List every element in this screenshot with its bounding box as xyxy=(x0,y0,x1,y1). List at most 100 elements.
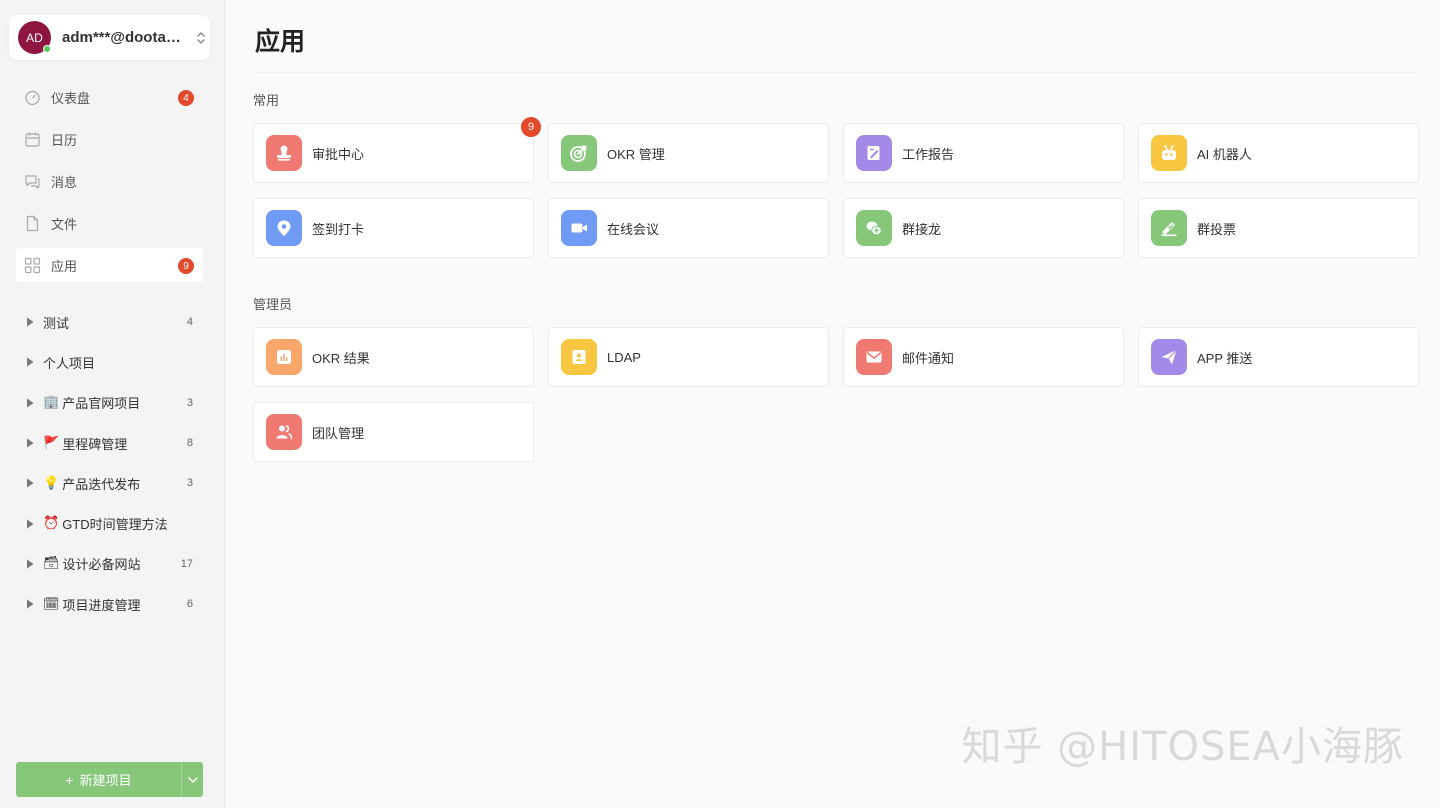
app-label: 签到打卡 xyxy=(312,221,365,237)
project-name: 产品官网项目 xyxy=(62,396,141,412)
project-count: 6 xyxy=(186,598,193,611)
calendar-pad-icon: 🗓 xyxy=(43,596,60,612)
project-list: 测试 4 个人项目 🏢 产品官网项目 3 🚩 里程碑管理 8 💡 产品迭代发布 … xyxy=(16,302,203,624)
vote-icon xyxy=(1151,210,1187,246)
app-card-work-report[interactable]: 工作报告 xyxy=(843,123,1124,183)
plus-icon: + xyxy=(65,771,74,788)
nav-item-files[interactable]: 文件 xyxy=(16,206,203,240)
chevron-updown-icon xyxy=(194,28,208,48)
app-card-team-management[interactable]: 团队管理 xyxy=(253,402,534,462)
app-label: LDAP xyxy=(607,349,641,365)
app-card-okr-results[interactable]: OKR 结果 xyxy=(253,327,534,387)
caret-right-icon[interactable] xyxy=(26,519,36,529)
caret-right-icon[interactable] xyxy=(26,559,36,569)
app-card-meeting[interactable]: 在线会议 xyxy=(548,198,829,258)
app-card-approval[interactable]: 审批中心 9 xyxy=(253,117,541,183)
app-label: 审批中心 xyxy=(312,146,365,162)
app-card-group-chain[interactable]: 群接龙 xyxy=(843,198,1124,258)
project-item[interactable]: 🚩 里程碑管理 8 xyxy=(16,423,203,463)
app-card-ai-robot[interactable]: AI 机器人 xyxy=(1138,123,1419,183)
app-card-group-vote[interactable]: 群投票 xyxy=(1138,198,1419,258)
project-name: 里程碑管理 xyxy=(62,436,128,452)
project-name: 个人项目 xyxy=(43,355,96,371)
new-project-button[interactable]: + 新建项目 xyxy=(16,762,181,797)
project-item[interactable]: 💡 产品迭代发布 3 xyxy=(16,463,203,503)
app-label: 群接龙 xyxy=(902,221,942,237)
project-count: 4 xyxy=(186,316,193,329)
nav-item-messages[interactable]: 消息 xyxy=(16,164,203,198)
project-item[interactable]: 个人项目 xyxy=(16,342,203,382)
main-content: 应用 常用 审批中心 9 OKR 管理 工作报告 AI 机器人 签到打卡 在线会… xyxy=(225,0,1440,808)
project-item[interactable]: 测试 4 xyxy=(16,302,203,342)
project-name: 项目进度管理 xyxy=(62,597,141,613)
nav-item-dashboard[interactable]: 仪表盘 4 xyxy=(16,80,203,114)
app-card-mail-notify[interactable]: 邮件通知 xyxy=(843,327,1124,387)
project-name: 产品迭代发布 xyxy=(62,476,141,492)
project-item[interactable]: ⏰ GTD时间管理方法 xyxy=(16,503,203,543)
new-project-dropdown[interactable] xyxy=(181,762,203,797)
video-camera-icon xyxy=(561,210,597,246)
app-label: 群投票 xyxy=(1197,221,1237,237)
card-file-box-icon: 🗃 xyxy=(43,556,60,572)
app-card-okr[interactable]: OKR 管理 xyxy=(548,123,829,183)
app-label: 团队管理 xyxy=(312,425,365,441)
report-edit-icon xyxy=(856,135,892,171)
calendar-icon xyxy=(24,131,41,148)
project-name: GTD时间管理方法 xyxy=(62,517,168,533)
file-icon xyxy=(24,215,41,232)
nav-label: 日历 xyxy=(51,132,78,148)
office-building-icon: 🏢 xyxy=(43,395,60,411)
project-item[interactable]: 🗃 设计必备网站 17 xyxy=(16,544,203,584)
alarm-clock-icon: ⏰ xyxy=(43,516,60,532)
caret-right-icon[interactable] xyxy=(26,317,36,327)
project-name: 设计必备网站 xyxy=(62,557,141,573)
caret-right-icon[interactable] xyxy=(26,357,36,367)
section-title-admin: 管理员 xyxy=(253,297,293,312)
project-count: 3 xyxy=(186,477,193,490)
robot-icon xyxy=(1151,135,1187,171)
apps-icon xyxy=(24,257,41,274)
caret-right-icon[interactable] xyxy=(26,438,36,448)
user-switcher[interactable]: AD adm***@dootask.com xyxy=(9,15,210,60)
app-label: OKR 结果 xyxy=(312,350,370,366)
team-icon xyxy=(266,414,302,450)
user-email: adm***@dootask.com xyxy=(62,29,182,46)
sidebar: AD adm***@dootask.com 仪表盘 4 日历 消息 xyxy=(0,0,225,808)
avatar: AD xyxy=(18,21,51,54)
message-icon xyxy=(24,173,41,190)
send-plane-icon xyxy=(1151,339,1187,375)
nav-label: 仪表盘 xyxy=(51,90,91,106)
caret-right-icon[interactable] xyxy=(26,398,36,408)
project-count: 8 xyxy=(186,437,193,450)
app-label: 邮件通知 xyxy=(902,350,955,366)
app-card-checkin[interactable]: 签到打卡 xyxy=(253,198,534,258)
new-project-group: + 新建项目 xyxy=(16,762,203,797)
app-badge: 9 xyxy=(521,117,541,137)
light-bulb-icon: 💡 xyxy=(43,475,60,491)
red-flag-icon: 🚩 xyxy=(43,435,60,451)
caret-right-icon[interactable] xyxy=(26,478,36,488)
nav-item-calendar[interactable]: 日历 xyxy=(16,122,203,156)
watermark: 知乎 @HITOSEA小海豚 xyxy=(961,724,1404,770)
app-label: APP 推送 xyxy=(1197,350,1253,366)
section-title-common: 常用 xyxy=(253,93,280,108)
project-item[interactable]: 🗓 项目进度管理 6 xyxy=(16,584,203,624)
app-card-app-push[interactable]: APP 推送 xyxy=(1138,327,1419,387)
page-title: 应用 xyxy=(255,28,306,56)
nav-label: 消息 xyxy=(51,174,78,190)
app-card-ldap[interactable]: LDAP xyxy=(548,327,829,387)
divider xyxy=(255,72,1420,73)
app-label: AI 机器人 xyxy=(1197,146,1252,162)
approval-stamp-icon xyxy=(266,135,302,171)
nav-label: 文件 xyxy=(51,216,78,232)
project-item[interactable]: 🏢 产品官网项目 3 xyxy=(16,383,203,423)
nav-item-apps[interactable]: 应用 9 xyxy=(16,248,203,282)
app-label: OKR 管理 xyxy=(607,146,665,162)
new-project-label: 新建项目 xyxy=(79,773,132,788)
chevron-down-icon xyxy=(187,776,198,783)
project-name: 测试 xyxy=(43,315,70,331)
group-chain-icon xyxy=(856,210,892,246)
caret-right-icon[interactable] xyxy=(26,599,36,609)
app-label: 工作报告 xyxy=(902,146,955,162)
mail-icon xyxy=(856,339,892,375)
